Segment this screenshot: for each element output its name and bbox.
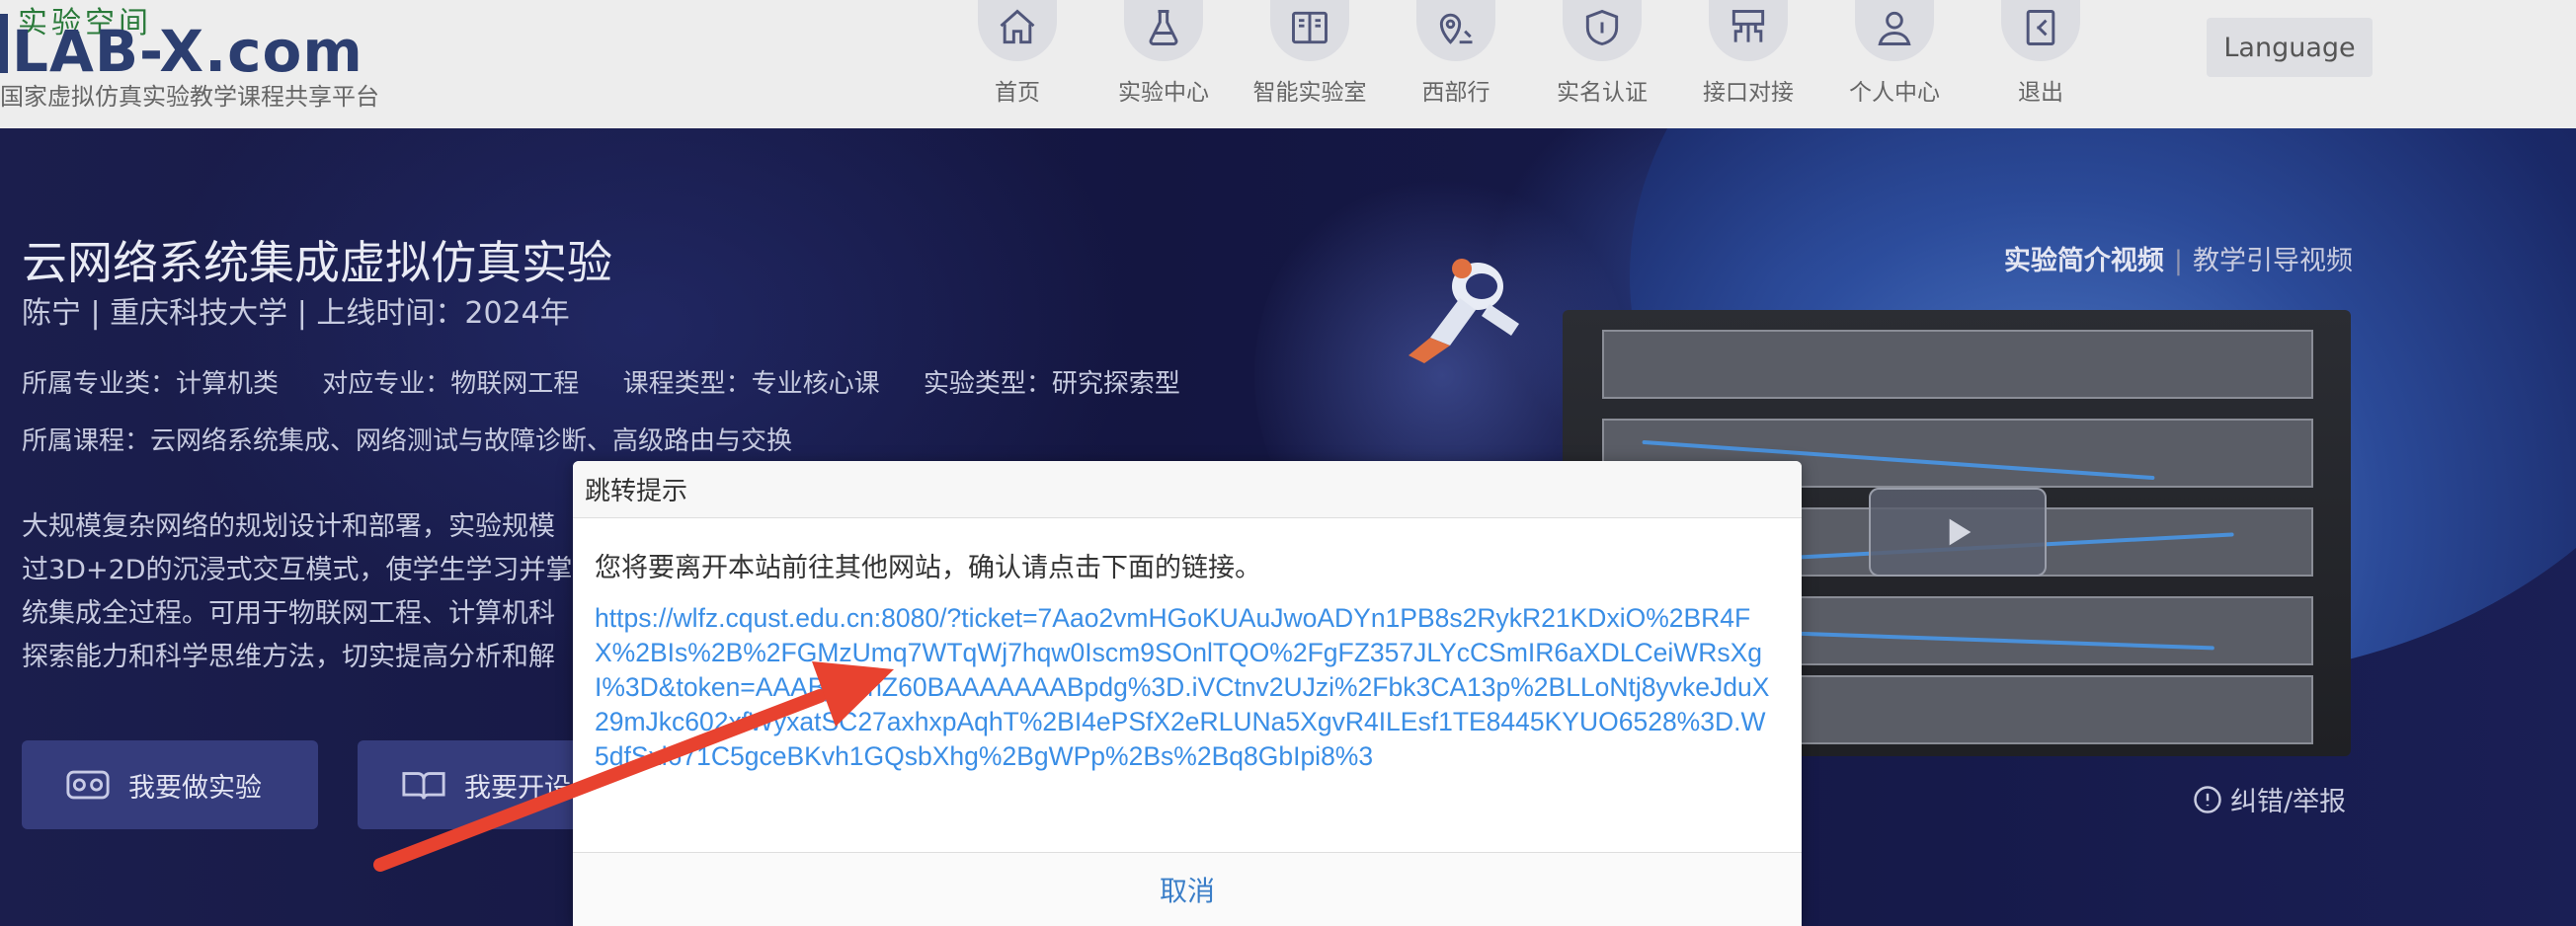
nav-label: 个人中心 <box>1849 80 1940 106</box>
open-book-icon <box>402 772 445 800</box>
flask-icon <box>1124 0 1203 61</box>
shield-icon <box>1563 0 1642 61</box>
language-button[interactable]: Language <box>2207 18 2373 77</box>
tag-major-category: 所属专业类：计算机类 <box>22 369 280 399</box>
do-experiment-button[interactable]: 我要做实验 <box>22 740 318 829</box>
nav-label: 智能实验室 <box>1252 80 1367 106</box>
book-icon <box>1270 0 1349 61</box>
logo-bar <box>0 14 8 73</box>
nav-label: 首页 <box>995 80 1040 106</box>
open-experiment-label: 我要开设 <box>464 772 571 804</box>
nav-label: 西部行 <box>1421 80 1490 106</box>
tab-separator: | <box>2173 246 2183 276</box>
logo-subtitle: 国家虚拟仿真实验教学课程共享平台 <box>0 83 379 111</box>
nav-item-logout[interactable]: 退出 <box>1972 0 2110 128</box>
dialog-message: 您将要离开本站前往其他网站，确认请点击下面的链接。 <box>595 553 1261 583</box>
experiment-meta: 陈宁 | 重庆科技大学 | 上线时间：2024年 <box>22 296 570 331</box>
experiment-courses: 所属课程：云网络系统集成、网络测试与故障诊断、高级路由与交换 <box>22 426 793 456</box>
video-tabs: 实验简介视频 | 教学引导视频 <box>2004 239 2353 277</box>
report-label: 纠错/举报 <box>2230 787 2347 817</box>
logout-icon <box>2001 0 2080 61</box>
nav-item-west[interactable]: 西部行 <box>1387 0 1525 128</box>
nav-label: 实名认证 <box>1557 80 1648 106</box>
nav-label: 接口对接 <box>1703 80 1794 106</box>
nav-item-verify[interactable]: 实名认证 <box>1533 0 1671 128</box>
tag-experiment-type: 实验类型：研究探索型 <box>923 369 1180 399</box>
tag-course-type: 课程类型：专业核心课 <box>622 369 880 399</box>
nav-label: 实验中心 <box>1118 80 1209 106</box>
nav-label: 退出 <box>2018 80 2063 106</box>
do-experiment-label: 我要做实验 <box>128 772 262 804</box>
dialog-title: 跳转提示 <box>573 461 1802 518</box>
tab-intro-video[interactable]: 实验简介视频 <box>2004 246 2164 276</box>
nav-item-profile[interactable]: 个人中心 <box>1825 0 1964 128</box>
nav-item-lab-center[interactable]: 实验中心 <box>1094 0 1233 128</box>
redirect-link[interactable]: https://wlfz.cqust.edu.cn:8080/?ticket=7… <box>595 601 1780 774</box>
interface-icon <box>1709 0 1788 61</box>
cancel-button[interactable]: 取消 <box>573 852 1802 926</box>
vr-headset-icon <box>66 770 110 800</box>
nav-item-interface[interactable]: 接口对接 <box>1679 0 1817 128</box>
redirect-dialog: 跳转提示 您将要离开本站前往其他网站，确认请点击下面的链接。 https://w… <box>573 461 1802 926</box>
astronaut-icon <box>1409 259 1519 363</box>
play-icon <box>1949 518 1972 546</box>
tag-major: 对应专业：物联网工程 <box>322 369 580 399</box>
play-button[interactable] <box>1869 488 2047 577</box>
nav-item-home[interactable]: 首页 <box>948 0 1087 128</box>
nav-item-smart-lab[interactable]: 智能实验室 <box>1241 0 1379 128</box>
top-header: 实验空间 LAB-X.com 国家虚拟仿真实验教学课程共享平台 首页 实验中心 … <box>0 0 2576 128</box>
home-icon <box>978 0 1057 61</box>
map-pin-icon <box>1416 0 1495 61</box>
experiment-tags: 所属专业类：计算机类 对应专业：物联网工程 课程类型：专业核心课 实验类型：研究… <box>22 363 1216 400</box>
info-icon <box>2194 785 2221 813</box>
rack-unit <box>1602 330 2313 399</box>
experiment-title: 云网络系统集成虚拟仿真实验 <box>22 236 612 289</box>
user-icon <box>1855 0 1934 61</box>
logo-main-text[interactable]: LAB-X.com <box>12 18 363 85</box>
report-link[interactable]: 纠错/举报 <box>2193 780 2346 818</box>
tab-guide-video[interactable]: 教学引导视频 <box>2193 246 2353 276</box>
